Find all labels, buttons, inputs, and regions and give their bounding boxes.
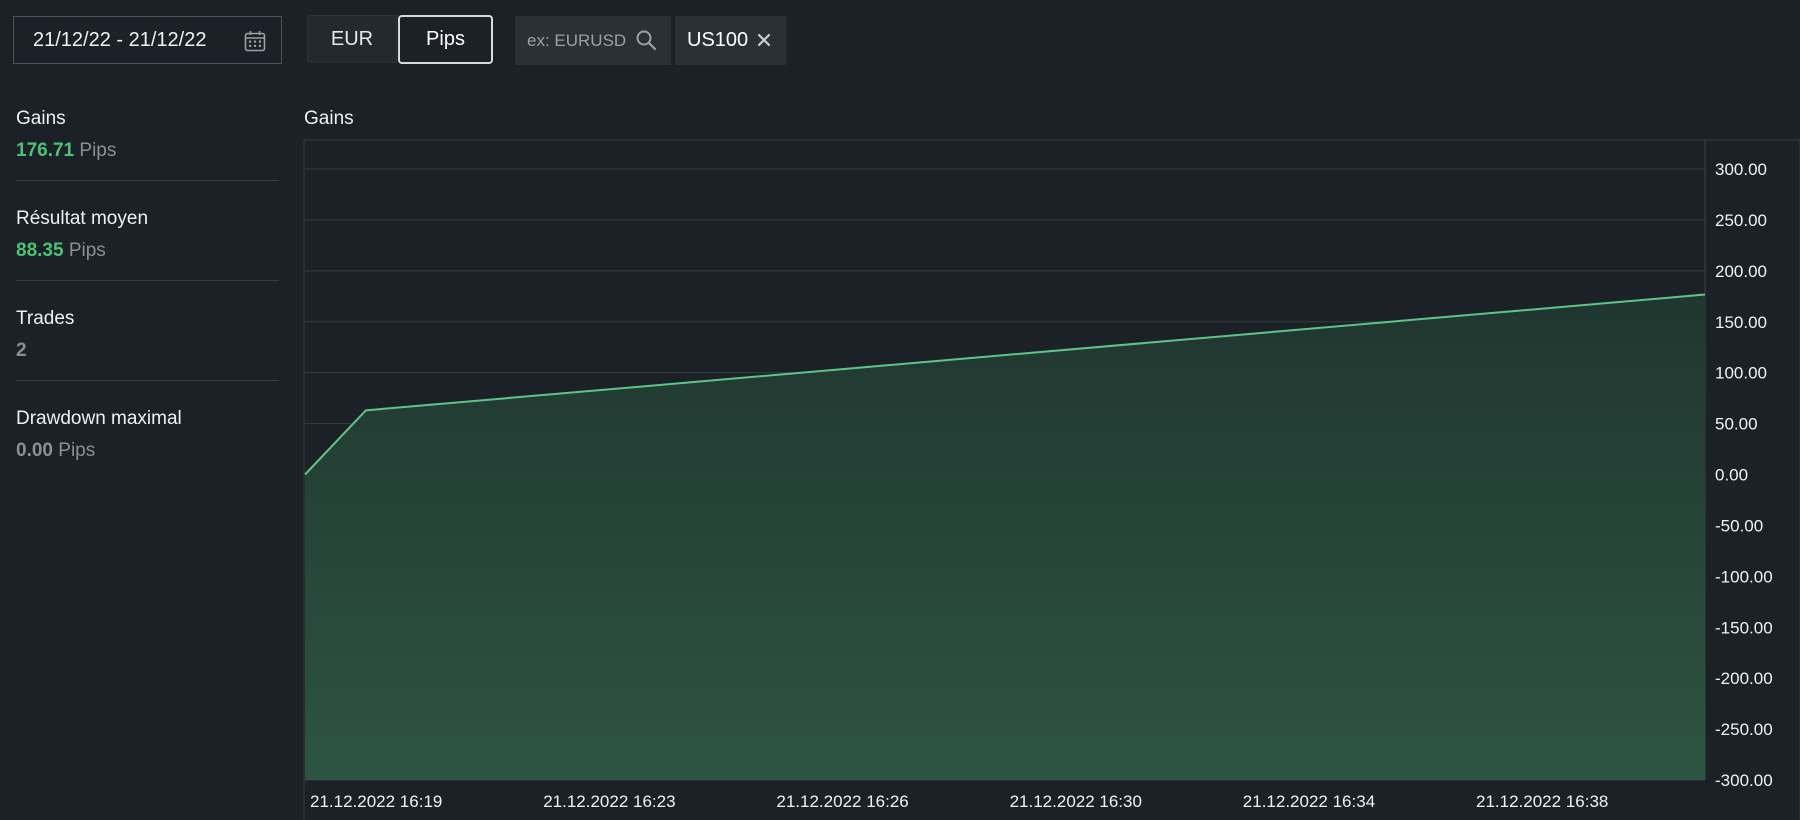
y-tick-label: -250.00 (1715, 720, 1773, 739)
y-tick-label: 300.00 (1715, 160, 1767, 179)
y-axis: 300.00 250.00 200.00 150.00 100.00 50.00 0.00 -… (1715, 160, 1773, 790)
y-tick-label: -200.00 (1715, 669, 1773, 688)
y-tick-label: 250.00 (1715, 211, 1767, 230)
y-tick-label: 150.00 (1715, 313, 1767, 332)
y-tick-label: -50.00 (1715, 516, 1763, 535)
y-tick-label: 100.00 (1715, 364, 1767, 383)
x-tick-label: 21.12.2022 16:23 (543, 792, 675, 811)
gains-chart: 300.00 250.00 200.00 150.00 100.00 50.00 0.00 -… (303, 139, 1800, 820)
y-tick-label: -300.00 (1715, 771, 1773, 790)
y-tick-label: -150.00 (1715, 618, 1773, 637)
y-tick-label: -100.00 (1715, 567, 1773, 586)
x-tick-label: 21.12.2022 16:34 (1243, 792, 1375, 811)
x-tick-label: 21.12.2022 16:26 (776, 792, 908, 811)
x-tick-label: 21.12.2022 16:19 (310, 792, 442, 811)
x-tick-label: 21.12.2022 16:38 (1476, 792, 1608, 811)
x-axis: 21.12.2022 16:19 21.12.2022 16:23 21.12.20… (310, 792, 1608, 811)
x-tick-label: 21.12.2022 16:30 (1010, 792, 1142, 811)
y-tick-label: 0.00 (1715, 466, 1748, 485)
y-tick-label: 50.00 (1715, 415, 1758, 434)
y-tick-label: 200.00 (1715, 262, 1767, 281)
gains-area (305, 294, 1705, 780)
